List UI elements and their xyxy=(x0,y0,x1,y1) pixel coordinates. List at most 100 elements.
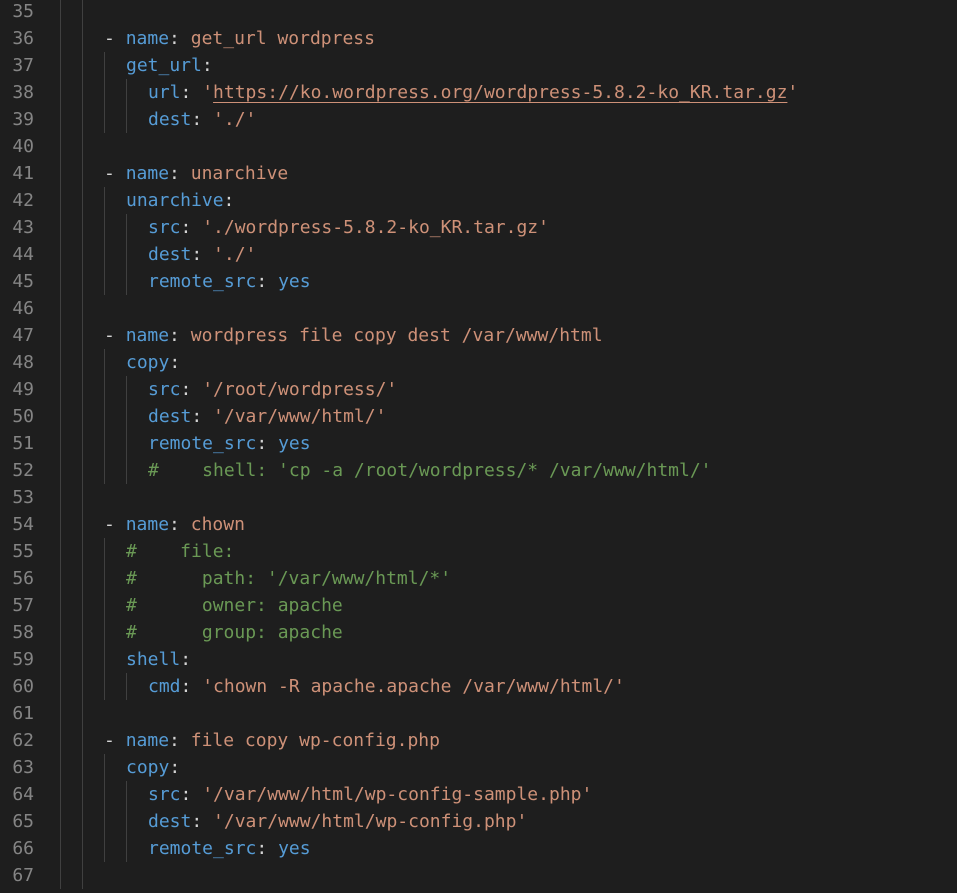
line-number: 38 xyxy=(12,82,34,103)
indent-guide xyxy=(104,106,105,133)
indent-guide xyxy=(60,25,61,52)
line-number: 67 xyxy=(12,865,34,886)
code-line[interactable]: 58 # group: apache xyxy=(0,619,957,646)
code-text: # group: apache xyxy=(126,619,343,646)
indent-guide xyxy=(60,457,61,484)
code-line[interactable]: 44 dest: './' xyxy=(0,241,957,268)
indent-guide xyxy=(104,673,105,700)
line-number: 43 xyxy=(12,217,34,238)
line-number: 47 xyxy=(12,325,34,346)
indent-guide xyxy=(60,79,61,106)
indent-guide xyxy=(82,160,83,187)
code-text: - name: file copy wp-config.php xyxy=(104,727,440,754)
code-line[interactable]: 65 dest: '/var/www/html/wp-config.php' xyxy=(0,808,957,835)
indent-guide xyxy=(126,268,127,295)
indent-guide xyxy=(82,538,83,565)
indent-guide xyxy=(60,835,61,862)
code-line[interactable]: 39 dest: './' xyxy=(0,106,957,133)
url-link[interactable]: https://ko.wordpress.org/wordpress-5.8.2… xyxy=(213,82,787,103)
code-line[interactable]: 52 # shell: 'cp -a /root/wordpress/* /var… xyxy=(0,457,957,484)
indent-guide xyxy=(60,214,61,241)
code-line[interactable]: 63 copy: xyxy=(0,754,957,781)
code-token-key: name xyxy=(125,163,170,184)
code-line[interactable]: 35 xyxy=(0,0,957,25)
line-number: 51 xyxy=(12,433,34,454)
code-line[interactable]: 42 unarchive: xyxy=(0,187,957,214)
code-line[interactable]: 50 dest: '/var/www/html/' xyxy=(0,403,957,430)
code-line[interactable]: 55 # file: xyxy=(0,538,957,565)
code-token-dash: - xyxy=(104,163,126,184)
code-line[interactable]: 36 - name: get_url wordpress xyxy=(0,25,957,52)
code-line[interactable]: 51 remote_src: yes xyxy=(0,430,957,457)
code-line[interactable]: 64 src: '/var/www/html/wp-config-sample.p… xyxy=(0,781,957,808)
code-text: src: '/var/www/html/wp-config-sample.php… xyxy=(148,781,592,808)
code-line[interactable]: 43 src: './wordpress-5.8.2-ko_KR.tar.gz' xyxy=(0,214,957,241)
indent-guide xyxy=(82,835,83,862)
indent-guide xyxy=(60,808,61,835)
code-line[interactable]: 57 # owner: apache xyxy=(0,592,957,619)
code-text: unarchive: xyxy=(126,187,234,214)
line-number: 39 xyxy=(12,109,34,130)
indent-guide xyxy=(60,133,61,160)
line-number: 50 xyxy=(12,406,34,427)
code-token-punct: : xyxy=(191,244,214,265)
indent-guide xyxy=(104,241,105,268)
code-token-punct: : xyxy=(191,109,214,130)
code-line[interactable]: 59 shell: xyxy=(0,646,957,673)
indent-guide xyxy=(82,403,83,430)
code-line[interactable]: 37 get_url: xyxy=(0,52,957,79)
code-token-key: name xyxy=(125,28,170,49)
indent-guide xyxy=(82,52,83,79)
code-token-key: get_url xyxy=(126,55,202,76)
code-line[interactable]: 67 xyxy=(0,862,957,889)
code-token-key: shell xyxy=(126,649,181,670)
code-token-key: name xyxy=(125,514,170,535)
code-token-key: src xyxy=(148,784,181,805)
code-line[interactable]: 41 - name: unarchive xyxy=(0,160,957,187)
code-token-punct: : xyxy=(180,379,203,400)
line-number: 63 xyxy=(12,757,34,778)
code-line[interactable]: 62 - name: file copy wp-config.php xyxy=(0,727,957,754)
code-text: remote_src: yes xyxy=(148,835,311,862)
code-line[interactable]: 45 remote_src: yes xyxy=(0,268,957,295)
indent-guide xyxy=(82,727,83,754)
indent-guide xyxy=(82,781,83,808)
code-token-punct: : xyxy=(169,163,191,184)
code-editor[interactable]: 35 36- name: get_url wordpress 37 get_url: 3… xyxy=(0,0,957,893)
indent-guide xyxy=(104,808,105,835)
code-line[interactable]: 48 copy: xyxy=(0,349,957,376)
code-line[interactable]: 61 xyxy=(0,700,957,727)
indent-guide xyxy=(60,349,61,376)
code-token-punct: : xyxy=(256,838,279,859)
code-token-dash: - xyxy=(104,28,126,49)
indent-guide xyxy=(82,619,83,646)
code-line[interactable]: 40 xyxy=(0,133,957,160)
indent-guide xyxy=(104,592,105,619)
indent-guide xyxy=(104,538,105,565)
code-token-punct: : xyxy=(223,190,235,211)
indent-guide xyxy=(60,727,61,754)
indent-guide xyxy=(126,781,127,808)
code-token-punct: : xyxy=(169,730,191,751)
code-line[interactable]: 54 - name: chown xyxy=(0,511,957,538)
code-line[interactable]: 53 xyxy=(0,484,957,511)
code-line[interactable]: 47 - name: wordpress file copy dest /var/… xyxy=(0,322,957,349)
code-line[interactable]: 49 src: '/root/wordpress/' xyxy=(0,376,957,403)
code-text: dest: './' xyxy=(148,106,256,133)
indent-guide xyxy=(104,79,105,106)
indent-guide xyxy=(82,214,83,241)
code-line[interactable]: 46 xyxy=(0,295,957,322)
code-line[interactable]: 60 cmd: 'chown -R apache.apache /var/www/… xyxy=(0,673,957,700)
code-text: copy: xyxy=(126,754,180,781)
code-token-punct: : xyxy=(169,28,191,49)
code-line[interactable]: 66 remote_src: yes xyxy=(0,835,957,862)
code-token-str: '/root/wordpress/' xyxy=(202,379,398,400)
indent-guide xyxy=(126,79,127,106)
code-line[interactable]: 38 url: 'https://ko.wordpress.org/wordpre… xyxy=(0,79,957,106)
line-number: 36 xyxy=(12,28,34,49)
code-token-dash: - xyxy=(104,325,126,346)
code-token-key: src xyxy=(148,379,181,400)
code-line[interactable]: 56 # path: '/var/www/html/*' xyxy=(0,565,957,592)
indent-guide xyxy=(104,268,105,295)
indent-guide xyxy=(60,322,61,349)
